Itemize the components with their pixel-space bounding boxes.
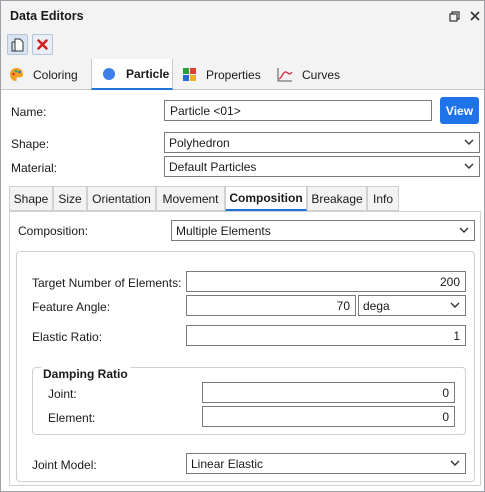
joint-model-label: Joint Model: <box>32 458 97 472</box>
close-icon[interactable] <box>468 9 482 23</box>
shape-select-value: Polyhedron <box>169 135 230 150</box>
feature-angle-input[interactable]: 70 <box>186 295 356 316</box>
element-damping-input[interactable]: 0 <box>202 406 455 427</box>
material-select-value: Default Particles <box>169 159 257 174</box>
feature-angle-unit-value: dega <box>363 298 390 313</box>
feature-angle-label: Feature Angle: <box>32 300 111 314</box>
name-label: Name: <box>11 105 47 119</box>
composition-select[interactable]: Multiple Elements <box>171 220 475 241</box>
particle-tab-content: Name: Particle <01> View Shape: Polyhedr… <box>1 91 484 491</box>
tab-properties[interactable]: Properties <box>181 59 273 90</box>
shape-label: Shape: <box>11 137 50 151</box>
shape-select[interactable]: Polyhedron <box>164 132 480 153</box>
tab-properties-label: Properties <box>206 67 261 82</box>
window-title: Data Editors <box>10 9 84 23</box>
elastic-ratio-input[interactable]: 1 <box>186 325 466 346</box>
element-damping-value: 0 <box>442 409 449 424</box>
material-select[interactable]: Default Particles <box>164 156 480 177</box>
joint-damping-input[interactable]: 0 <box>202 382 455 403</box>
tab-coloring[interactable]: Coloring <box>8 59 90 90</box>
joint-model-select-value: Linear Elastic <box>191 456 264 471</box>
target-elements-input[interactable]: 200 <box>186 271 466 292</box>
elastic-ratio-label: Elastic Ratio: <box>32 330 103 344</box>
subtab-breakage[interactable]: Breakage <box>307 186 367 211</box>
delete-button[interactable] <box>32 34 53 55</box>
material-label: Material: <box>11 161 58 175</box>
name-input-value: Particle <01> <box>170 103 241 118</box>
elastic-ratio-value: 1 <box>453 328 460 343</box>
tab-particle-label: Particle <box>126 66 170 81</box>
damping-ratio-title: Damping Ratio <box>41 367 130 381</box>
new-document-icon <box>11 38 24 51</box>
data-editors-window: Data Editors Coloring Particle Propertie… <box>0 0 485 492</box>
composition-panel: Composition: Multiple Elements Target Nu… <box>9 211 481 486</box>
chevron-down-icon <box>459 227 469 233</box>
title-bar: Data Editors <box>1 1 484 31</box>
feature-angle-unit-select[interactable]: dega <box>358 295 466 316</box>
target-elements-value: 200 <box>439 274 460 289</box>
subtab-orientation[interactable]: Orientation <box>87 186 156 211</box>
subtab-size[interactable]: Size <box>53 186 87 211</box>
joint-label: Joint: <box>48 387 77 401</box>
properties-grid-icon <box>181 67 197 83</box>
chevron-down-icon <box>464 163 474 169</box>
element-label: Element: <box>48 411 96 425</box>
subtab-movement[interactable]: Movement <box>156 186 225 211</box>
tab-coloring-label: Coloring <box>33 67 78 82</box>
curve-chart-icon <box>277 67 293 83</box>
toolbar <box>1 31 484 59</box>
feature-angle-value: 70 <box>336 298 350 313</box>
main-tab-bar: Coloring Particle Properties Curves <box>1 59 484 90</box>
tab-curves-label: Curves <box>302 67 341 82</box>
damping-ratio-group: Damping Ratio Joint: 0 Element: 0 <box>32 367 466 435</box>
restore-icon[interactable] <box>447 9 461 23</box>
tab-curves[interactable]: Curves <box>277 59 349 90</box>
chevron-down-icon <box>464 139 474 145</box>
composition-label: Composition: <box>18 224 89 238</box>
new-document-button[interactable] <box>7 34 28 55</box>
elements-group: Target Number of Elements: 200 Feature A… <box>16 251 475 482</box>
target-elements-label: Target Number of Elements: <box>32 276 182 290</box>
subtab-shape[interactable]: Shape <box>9 186 53 211</box>
particle-circle-icon <box>101 66 117 82</box>
subtab-info[interactable]: Info <box>367 186 399 211</box>
chevron-down-icon <box>450 302 460 308</box>
subtab-composition[interactable]: Composition <box>225 186 307 211</box>
view-button[interactable]: View <box>440 97 479 124</box>
composition-select-value: Multiple Elements <box>176 223 271 238</box>
name-input[interactable]: Particle <01> <box>164 100 432 121</box>
delete-x-icon <box>37 39 48 50</box>
palette-icon <box>8 67 24 83</box>
tab-particle[interactable]: Particle <box>91 59 173 90</box>
joint-damping-value: 0 <box>442 385 449 400</box>
joint-model-select[interactable]: Linear Elastic <box>186 453 466 474</box>
chevron-down-icon <box>450 460 460 466</box>
